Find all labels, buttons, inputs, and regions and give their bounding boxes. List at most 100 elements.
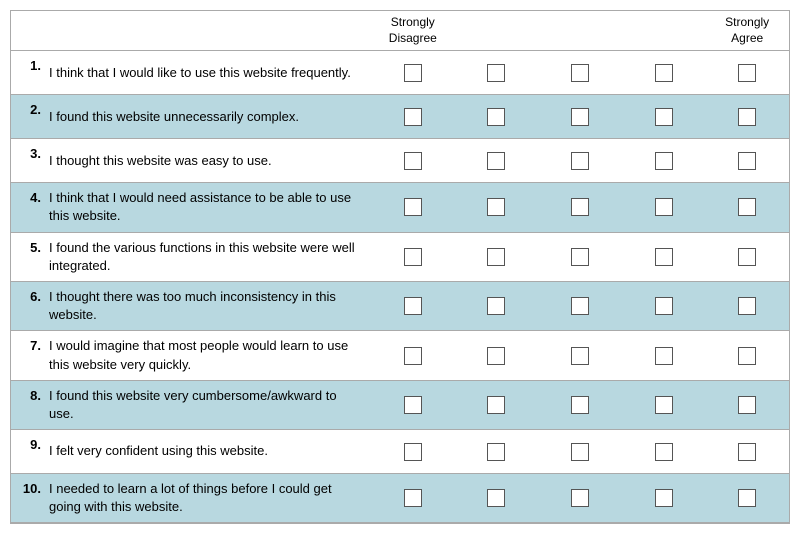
checkbox-4-4[interactable] xyxy=(655,198,673,216)
checkbox-5-5[interactable] xyxy=(738,248,756,266)
checkbox-6-4[interactable] xyxy=(655,297,673,315)
checkbox-2-3[interactable] xyxy=(571,108,589,126)
checkbox-1-3[interactable] xyxy=(571,64,589,82)
question-number-1: 1. xyxy=(19,57,41,73)
header-question-spacer xyxy=(11,11,371,50)
checkbox-cell-1-2 xyxy=(455,51,539,94)
checkbox-6-2[interactable] xyxy=(487,297,505,315)
checkbox-9-2[interactable] xyxy=(487,443,505,461)
survey-row-4: 4.I think that I would need assistance t… xyxy=(11,183,789,232)
checkbox-7-2[interactable] xyxy=(487,347,505,365)
checkbox-5-2[interactable] xyxy=(487,248,505,266)
checkbox-9-3[interactable] xyxy=(571,443,589,461)
question-col-10: 10. I needed to learn a lot of things bef… xyxy=(11,474,371,522)
survey-container: StronglyDisagree StronglyAgree 1. I think… xyxy=(10,10,790,524)
checkbox-4-2[interactable] xyxy=(487,198,505,216)
checkbox-cell-4-5 xyxy=(705,183,789,231)
question-col-5: 5.I found the various functions in this … xyxy=(11,233,371,281)
checkbox-cell-9-4 xyxy=(622,430,706,473)
question-text-6: I thought there was too much inconsisten… xyxy=(49,288,363,324)
checkbox-cell-2-4 xyxy=(622,95,706,138)
question-col-2: 2.I found this website unnecessarily com… xyxy=(11,95,371,138)
options-col-10 xyxy=(371,474,789,522)
checkbox-2-2[interactable] xyxy=(487,108,505,126)
question-text-10: I needed to learn a lot of things before… xyxy=(49,480,363,516)
checkbox-cell-7-3 xyxy=(538,331,622,379)
checkbox-9-1[interactable] xyxy=(404,443,422,461)
checkbox-cell-10-5 xyxy=(705,474,789,522)
checkbox-cell-2-2 xyxy=(455,95,539,138)
checkbox-7-1[interactable] xyxy=(404,347,422,365)
checkbox-5-1[interactable] xyxy=(404,248,422,266)
checkbox-cell-6-1 xyxy=(371,282,455,330)
checkbox-7-5[interactable] xyxy=(738,347,756,365)
checkbox-cell-9-3 xyxy=(538,430,622,473)
checkbox-cell-2-1 xyxy=(371,95,455,138)
checkbox-5-4[interactable] xyxy=(655,248,673,266)
options-col-6 xyxy=(371,282,789,330)
question-number-2: 2. xyxy=(19,101,41,117)
checkbox-7-4[interactable] xyxy=(655,347,673,365)
checkbox-8-5[interactable] xyxy=(738,396,756,414)
options-col-9 xyxy=(371,430,789,473)
checkbox-1-4[interactable] xyxy=(655,64,673,82)
question-number-10: 10. xyxy=(19,480,41,496)
header-col3 xyxy=(538,11,622,50)
checkbox-6-5[interactable] xyxy=(738,297,756,315)
question-number-6: 6. xyxy=(19,288,41,304)
checkbox-3-5[interactable] xyxy=(738,152,756,170)
checkbox-10-4[interactable] xyxy=(655,489,673,507)
checkbox-4-1[interactable] xyxy=(404,198,422,216)
checkbox-3-4[interactable] xyxy=(655,152,673,170)
checkbox-10-1[interactable] xyxy=(404,489,422,507)
checkbox-cell-8-2 xyxy=(455,381,539,429)
options-col-8 xyxy=(371,381,789,429)
checkbox-3-1[interactable] xyxy=(404,152,422,170)
checkbox-cell-9-2 xyxy=(455,430,539,473)
checkbox-9-5[interactable] xyxy=(738,443,756,461)
survey-row-3: 3.I thought this website was easy to use… xyxy=(11,139,789,183)
checkbox-5-3[interactable] xyxy=(571,248,589,266)
question-col-8: 8.I found this website very cumbersome/a… xyxy=(11,381,371,429)
checkbox-7-3[interactable] xyxy=(571,347,589,365)
checkbox-6-1[interactable] xyxy=(404,297,422,315)
question-number-9: 9. xyxy=(19,436,41,452)
checkbox-cell-3-1 xyxy=(371,139,455,182)
checkbox-10-5[interactable] xyxy=(738,489,756,507)
checkbox-cell-7-2 xyxy=(455,331,539,379)
survey-row-7: 7.I would imagine that most people would… xyxy=(11,331,789,380)
checkbox-cell-4-4 xyxy=(622,183,706,231)
checkbox-8-4[interactable] xyxy=(655,396,673,414)
checkbox-2-5[interactable] xyxy=(738,108,756,126)
checkbox-8-3[interactable] xyxy=(571,396,589,414)
checkbox-8-2[interactable] xyxy=(487,396,505,414)
checkbox-8-1[interactable] xyxy=(404,396,422,414)
question-text-8: I found this website very cumbersome/awk… xyxy=(49,387,363,423)
checkbox-1-1[interactable] xyxy=(404,64,422,82)
question-text-1: I think that I would like to use this we… xyxy=(49,64,363,82)
checkbox-2-1[interactable] xyxy=(404,108,422,126)
checkbox-3-2[interactable] xyxy=(487,152,505,170)
checkbox-4-3[interactable] xyxy=(571,198,589,216)
checkbox-3-3[interactable] xyxy=(571,152,589,170)
checkbox-6-3[interactable] xyxy=(571,297,589,315)
header-strongly-disagree: StronglyDisagree xyxy=(371,11,455,50)
checkbox-cell-7-4 xyxy=(622,331,706,379)
question-text-7: I would imagine that most people would l… xyxy=(49,337,363,373)
checkbox-4-5[interactable] xyxy=(738,198,756,216)
checkbox-cell-4-2 xyxy=(455,183,539,231)
checkbox-cell-1-3 xyxy=(538,51,622,94)
checkbox-9-4[interactable] xyxy=(655,443,673,461)
checkbox-cell-5-4 xyxy=(622,233,706,281)
question-text-4: I think that I would need assistance to … xyxy=(49,189,363,225)
checkbox-1-2[interactable] xyxy=(487,64,505,82)
checkbox-cell-9-1 xyxy=(371,430,455,473)
checkbox-10-3[interactable] xyxy=(571,489,589,507)
checkbox-10-2[interactable] xyxy=(487,489,505,507)
checkbox-cell-8-1 xyxy=(371,381,455,429)
checkbox-1-5[interactable] xyxy=(738,64,756,82)
question-col-7: 7.I would imagine that most people would… xyxy=(11,331,371,379)
options-col-5 xyxy=(371,233,789,281)
survey-header: StronglyDisagree StronglyAgree xyxy=(11,11,789,51)
checkbox-2-4[interactable] xyxy=(655,108,673,126)
